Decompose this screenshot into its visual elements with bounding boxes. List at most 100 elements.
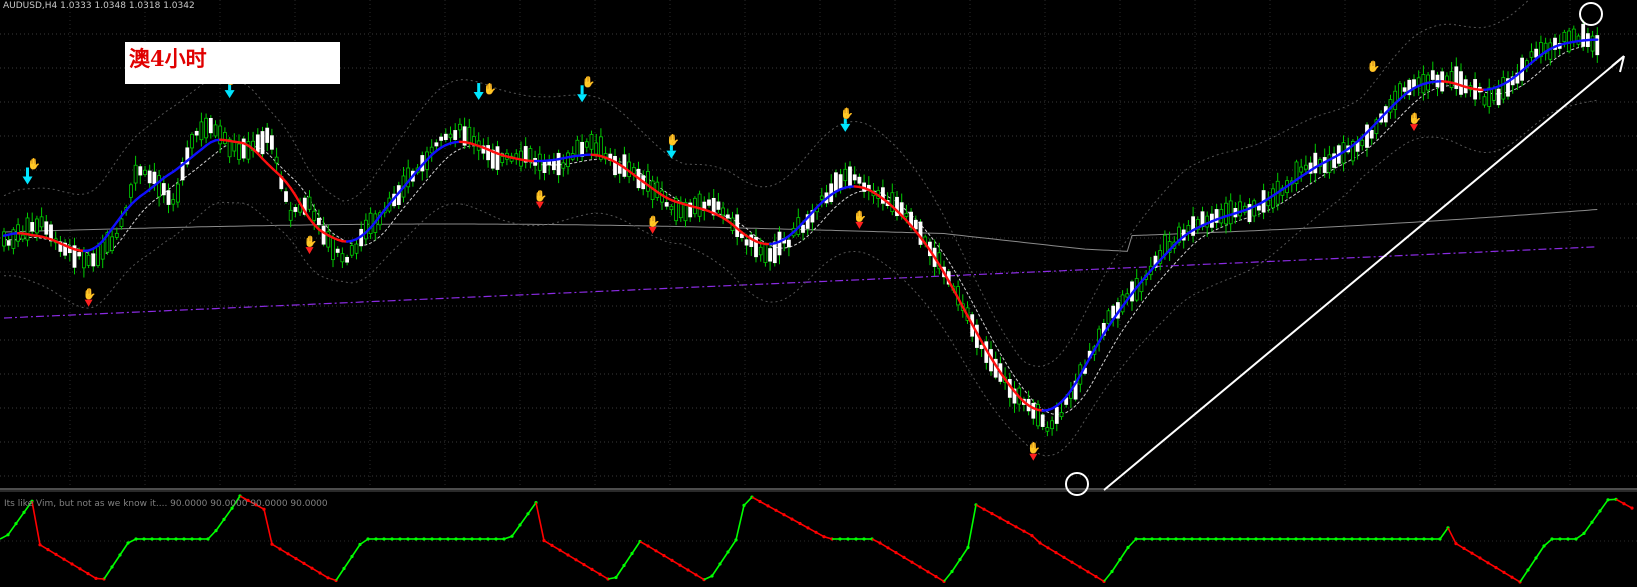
osc-segment: [623, 553, 633, 566]
candle-body: [345, 256, 350, 263]
candle-body: [486, 145, 491, 161]
buy-marker-icon: [1029, 453, 1038, 461]
osc-segment: [103, 566, 113, 580]
osc-segment: [1583, 521, 1593, 534]
candle-body: [1402, 87, 1407, 92]
osc-segment: [1527, 557, 1537, 571]
candle-body: [542, 161, 547, 173]
sell-arrow-icon: [22, 176, 33, 185]
candle-body: [1036, 404, 1040, 427]
ma-segment: [947, 279, 955, 291]
buy-marker-icon: [305, 247, 314, 255]
candle-body: [166, 190, 171, 205]
candle-body: [110, 236, 114, 251]
candle-body: [1266, 199, 1271, 207]
candle-body: [1271, 188, 1275, 209]
candle-body: [1365, 124, 1369, 148]
osc-segment: [519, 513, 529, 526]
candle-body: [1191, 216, 1195, 236]
osc-segment: [1535, 545, 1545, 559]
buy-marker-icon: [648, 226, 657, 234]
candle-body: [335, 248, 340, 253]
candle-body: [284, 191, 288, 202]
buy-marker-icon: [535, 201, 544, 209]
candle-body: [429, 146, 434, 154]
candle-body: [44, 221, 49, 235]
candle-body: [500, 156, 505, 163]
candle-body: [199, 121, 204, 141]
annotation-label-box[interactable]: 澳4小时: [125, 42, 340, 84]
candle-body: [312, 210, 317, 221]
sell-arrow-icon: [477, 83, 481, 93]
osc-segment: [7, 523, 17, 536]
candle-body: [443, 133, 448, 140]
candle-body: [175, 183, 180, 203]
buy-marker-icon: [1410, 124, 1418, 132]
candle-body: [1322, 157, 1327, 173]
candle-body: [204, 117, 209, 139]
candle-body: [843, 168, 848, 182]
candle-body: [768, 248, 772, 262]
candle-body: [39, 216, 44, 228]
candle-body: [528, 148, 533, 162]
candle-body: [91, 253, 96, 267]
osc-segment: [15, 511, 25, 525]
candle-body: [1059, 412, 1064, 418]
candle-body: [1040, 414, 1045, 427]
osc-segment: [207, 530, 217, 540]
osc-segment: [527, 502, 537, 515]
osc-segment: [351, 544, 361, 557]
candle-body: [467, 126, 472, 145]
candle-body: [439, 136, 444, 141]
candle-body: [448, 133, 453, 139]
candle-body: [1562, 31, 1567, 43]
osc-segment: [1031, 535, 1041, 544]
candle-body: [918, 221, 923, 245]
candle-body: [1501, 77, 1506, 100]
osc-segment: [335, 568, 345, 581]
candle-body: [904, 212, 909, 217]
candle-body: [556, 152, 561, 176]
candle-body: [1313, 152, 1318, 174]
candle-body: [152, 171, 157, 184]
chart-window[interactable]: ✋✋✋✋✋✋✋✋✋✋✋✋✋✋ AUDUSD,H4 1.0333 1.0348 1…: [0, 0, 1637, 587]
candle-body: [35, 218, 39, 234]
candle-body: [25, 217, 30, 241]
hand-high-icon: ✋: [666, 134, 680, 147]
osc-segment: [711, 563, 721, 577]
osc-segment: [727, 539, 737, 553]
candle-body: [128, 184, 133, 198]
candle-body: [801, 224, 805, 233]
osc-segment: [215, 518, 225, 532]
candle-body: [307, 196, 312, 210]
candle-body: [340, 253, 345, 263]
osc-segment: [1591, 510, 1601, 523]
osc-segment: [959, 547, 969, 560]
osc-segment: [631, 541, 641, 554]
candle-body: [1529, 51, 1534, 58]
candle-body: [20, 234, 25, 240]
candle-body: [434, 142, 439, 147]
candle-body: [143, 169, 147, 176]
hand-low-icon: ✋: [647, 215, 661, 228]
candle-body: [260, 131, 265, 155]
candle-body: [1449, 71, 1454, 88]
candle-body: [1050, 420, 1054, 430]
candle-body: [114, 232, 119, 238]
long-moving-average: [3, 209, 1598, 252]
candle-body: [787, 239, 791, 248]
candle-body: [293, 207, 298, 212]
candle-body: [561, 162, 566, 169]
candle-body: [1567, 30, 1571, 52]
candle-body: [316, 217, 321, 226]
candle-body: [721, 207, 725, 216]
osc-segment: [743, 496, 753, 506]
trend-line: [1103, 57, 1623, 491]
candle-body: [269, 135, 274, 150]
candle-body: [133, 164, 138, 184]
candle-body: [354, 243, 359, 254]
hand-high-icon: ✋: [483, 82, 497, 95]
candle-body: [1412, 79, 1416, 88]
candle-body: [100, 241, 105, 260]
osc-segment: [1439, 527, 1449, 540]
